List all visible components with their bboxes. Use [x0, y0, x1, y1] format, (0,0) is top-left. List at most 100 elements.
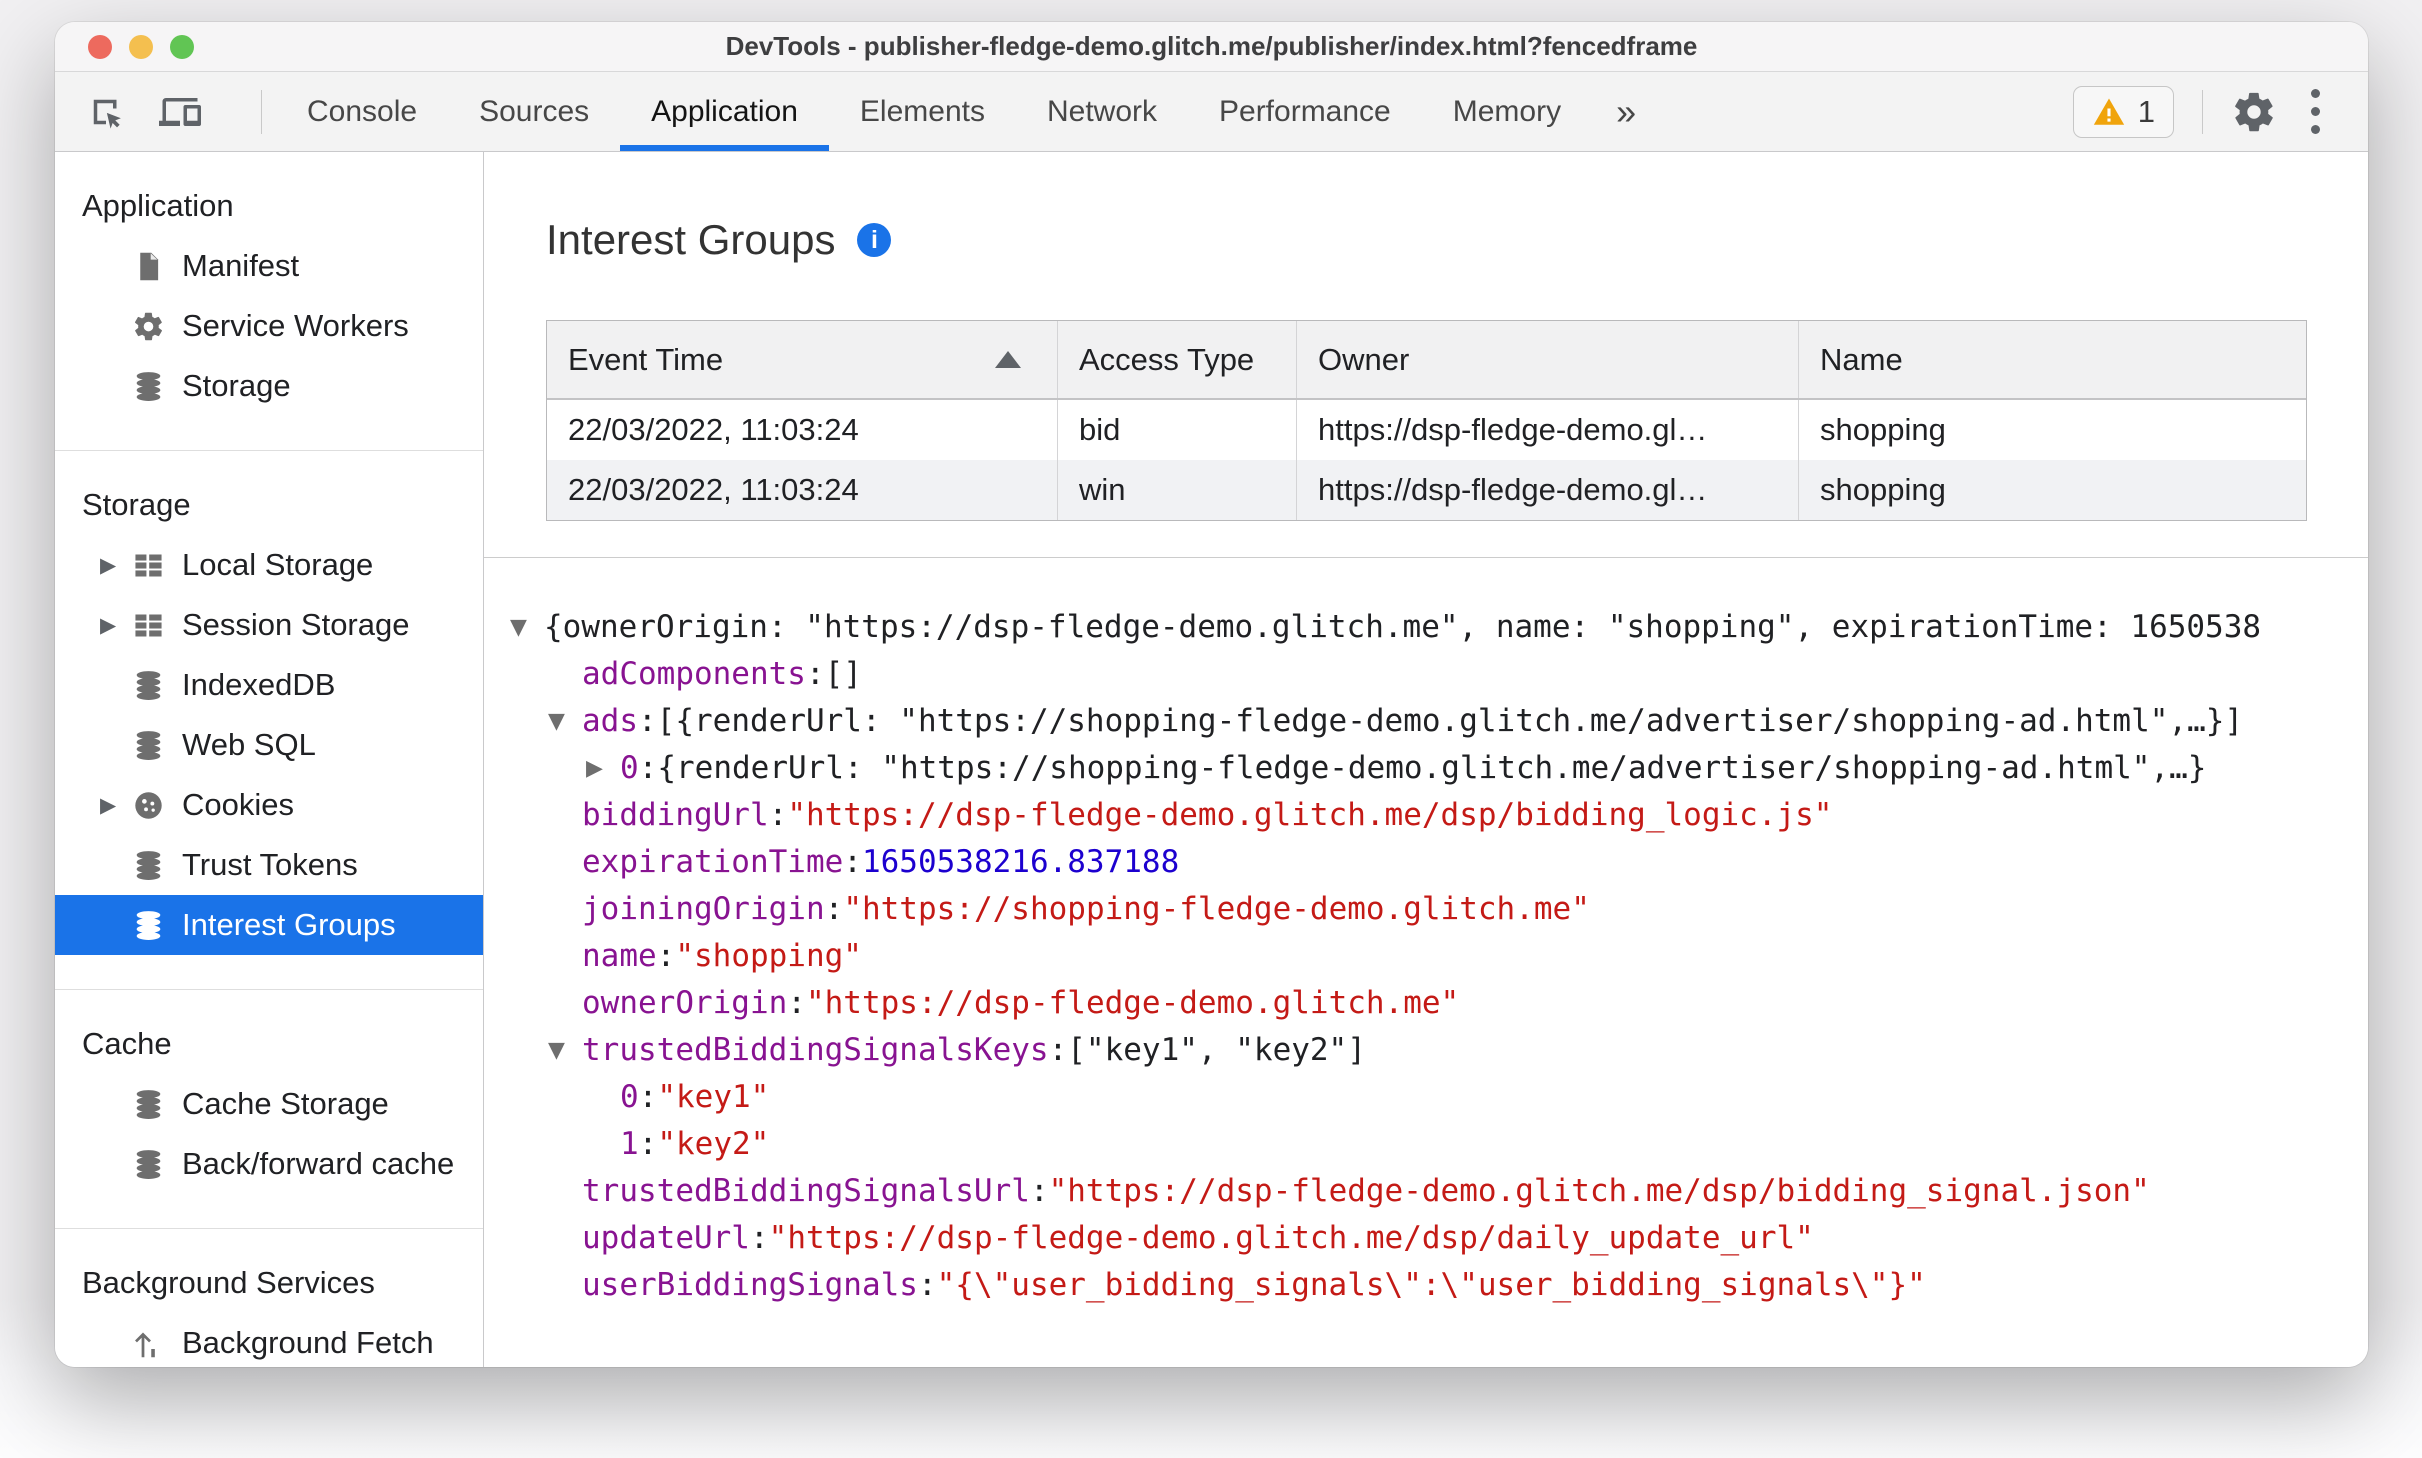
info-icon[interactable]: i [857, 223, 892, 257]
database-icon [132, 1148, 165, 1181]
database-icon [132, 370, 165, 403]
sidebar-item-session-storage[interactable]: ▶ Session Storage [55, 595, 483, 655]
page-title: Interest Groups [546, 216, 836, 263]
tree-key: ownerOrigin [582, 985, 788, 1021]
tree-value: ["key1", "key2"] [1067, 1032, 1366, 1068]
tree-key-separator: : [917, 1267, 937, 1303]
tree-line[interactable]: biddingUrl: "https://dsp-fledge-demo.gli… [510, 792, 2368, 839]
toolbar-right-icons: 1 [2072, 72, 2368, 151]
sidebar-item-label: Cache Storage [182, 1086, 389, 1121]
tab-performance[interactable]: Performance [1188, 72, 1422, 151]
tab-application[interactable]: Application [620, 72, 829, 151]
table-header-row: Event Time Access Type Owner Name [547, 321, 2306, 400]
tab-label: Memory [1452, 94, 1562, 128]
tree-line[interactable]: ▼ trustedBiddingSignalsKeys: ["key1", "ke… [510, 1027, 2368, 1074]
warning-count: 1 [2137, 93, 2155, 129]
column-header-access-type[interactable]: Access Type [1058, 321, 1297, 398]
column-header-label: Name [1820, 341, 1903, 377]
minimize-window-button[interactable] [129, 35, 153, 59]
table-cell: win [1058, 460, 1297, 520]
tree-key-separator: : [824, 891, 844, 927]
sidebar-item-manifest[interactable]: Manifest [55, 236, 483, 296]
expand-triangle-icon[interactable]: ▶ [100, 793, 132, 818]
tab-label: Application [651, 94, 798, 128]
device-toolbar-icon[interactable] [159, 91, 201, 133]
tree-line[interactable]: ownerOrigin: "https://dsp-fledge-demo.gl… [510, 980, 2368, 1027]
tree-line[interactable]: ▶ 0: {renderUrl: "https://shopping-fledge… [510, 745, 2368, 792]
tree-line[interactable]: trustedBiddingSignalsUrl: "https://dsp-f… [510, 1168, 2368, 1215]
tree-expand-arrow[interactable]: ▼ [548, 698, 582, 745]
tree-line[interactable]: 0: "key1" [510, 1074, 2368, 1121]
tab-label: Performance [1219, 94, 1391, 128]
customize-devtools-menu-icon[interactable] [2305, 85, 2326, 138]
tree-key-separator: : [1029, 1173, 1049, 1209]
tree-key: 1 [620, 1126, 639, 1162]
tree-line[interactable]: expirationTime: 1650538216.837188 [510, 839, 2368, 886]
table-row[interactable]: 22/03/2022, 11:03:24 bid https://dsp-fledg… [547, 400, 2306, 460]
toolbar-left-icons [55, 72, 262, 151]
tree-line[interactable]: joiningOrigin: "https://shopping-fledge-… [510, 886, 2368, 933]
table-icon [132, 609, 165, 642]
tree-key-separator: : [638, 703, 657, 739]
column-header-name[interactable]: Name [1799, 321, 2306, 398]
sidebar-item-label: Web SQL [182, 727, 316, 762]
tree-line[interactable]: userBiddingSignals: "{\"user_bidding_sig… [510, 1262, 2368, 1309]
tree-key: 0 [620, 1079, 639, 1115]
sidebar-item-indexeddb[interactable]: IndexedDB [55, 655, 483, 715]
interest-groups-table: Event Time Access Type Owner Name 22/03/2022… [546, 320, 2307, 521]
sidebar-item-cache-storage[interactable]: Cache Storage [55, 1074, 483, 1134]
tree-key: name [582, 938, 657, 974]
tab-memory[interactable]: Memory [1422, 72, 1592, 151]
sidebar-section-cache: Cache Cache Storage Back/forward cache [55, 990, 483, 1229]
table-row[interactable]: 22/03/2022, 11:03:24 win https://dsp-fledg… [547, 460, 2306, 520]
tree-line[interactable]: adComponents: [] [510, 651, 2368, 698]
sort-ascending-icon [995, 350, 1021, 368]
window-controls [88, 35, 194, 59]
close-window-button[interactable] [88, 35, 112, 59]
sidebar-item-web-sql[interactable]: Web SQL [55, 715, 483, 775]
settings-gear-icon[interactable] [2231, 89, 2277, 135]
sidebar-item-storage[interactable]: Storage [55, 356, 483, 416]
tab-label: Elements [859, 94, 985, 128]
interest-groups-panel: Interest Groups i Event Time Access Type O… [484, 152, 2368, 1367]
warning-triangle-icon [2093, 98, 2124, 125]
expand-triangle-icon[interactable]: ▶ [100, 553, 132, 578]
tree-line[interactable]: name: "shopping" [510, 933, 2368, 980]
tree-expand-arrow[interactable]: ▼ [548, 1027, 582, 1074]
tree-expand-arrow[interactable]: ▶ [586, 745, 620, 792]
tab-network[interactable]: Network [1016, 72, 1188, 151]
sidebar-item-trust-tokens[interactable]: Trust Tokens [55, 835, 483, 895]
sidebar-item-background-fetch[interactable]: Background Fetch [55, 1313, 483, 1367]
sidebar-item-label: Session Storage [182, 607, 410, 642]
devtools-body: Application Manifest Service Workers Storag… [55, 152, 2368, 1367]
tab-sources[interactable]: Sources [448, 72, 620, 151]
zoom-window-button[interactable] [170, 35, 194, 59]
tree-line[interactable]: 1: "key2" [510, 1121, 2368, 1168]
more-tabs-button[interactable]: » [1592, 72, 1660, 151]
tab-elements[interactable]: Elements [829, 72, 1016, 151]
sidebar-item-cookies[interactable]: ▶ Cookies [55, 775, 483, 835]
tree-value: "https://dsp-fledge-demo.glitch.me/dsp/d… [768, 1220, 1814, 1256]
column-header-event-time[interactable]: Event Time [547, 321, 1058, 398]
tree-line[interactable]: ▼ {ownerOrigin: "https://dsp-fledge-demo.… [510, 604, 2368, 651]
sidebar-item-interest-groups[interactable]: Interest Groups [55, 895, 483, 955]
sidebar-item-local-storage[interactable]: ▶ Local Storage [55, 535, 483, 595]
table-cell: bid [1058, 400, 1297, 460]
expand-triangle-icon[interactable]: ▶ [100, 613, 132, 638]
issues-warning-badge[interactable]: 1 [2072, 85, 2174, 138]
inspect-element-icon[interactable] [85, 91, 127, 133]
tree-line[interactable]: ▼ ads: [{renderUrl: "https://shopping-fle… [510, 698, 2368, 745]
column-header-owner[interactable]: Owner [1297, 321, 1799, 398]
interest-group-details-tree: ▼ {ownerOrigin: "https://dsp-fledge-demo.… [484, 558, 2368, 1367]
sidebar-item-service-workers[interactable]: Service Workers [55, 296, 483, 356]
tab-console[interactable]: Console [276, 72, 448, 151]
tree-key: biddingUrl [582, 797, 769, 833]
tree-expand-arrow[interactable]: ▼ [510, 604, 544, 651]
tree-key: trustedBiddingSignalsKeys [582, 1032, 1049, 1068]
sidebar-item-back-forward-cache[interactable]: Back/forward cache [55, 1134, 483, 1194]
tree-line[interactable]: updateUrl: "https://dsp-fledge-demo.glit… [510, 1215, 2368, 1262]
sidebar-item-label: Back/forward cache [182, 1146, 455, 1181]
